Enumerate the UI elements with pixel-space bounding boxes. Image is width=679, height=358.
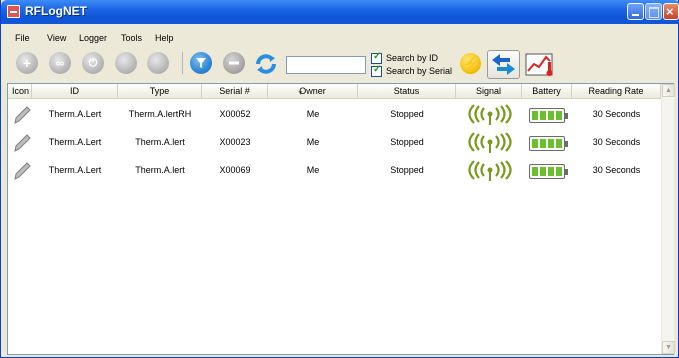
menu-tools[interactable]: Tools <box>121 33 142 43</box>
refresh-icon <box>256 54 276 74</box>
cell-owner: Me <box>306 109 320 119</box>
signal-strength-icon <box>468 132 512 153</box>
search-by-id-checkbox[interactable]: ✓ <box>371 51 382 64</box>
table-row[interactable]: Therm.A.Lert Therm.A.lert X00069 Me Stop… <box>8 156 661 184</box>
link-button[interactable]: ∞ <box>49 52 71 74</box>
col-type[interactable]: Type ▼ <box>118 84 304 99</box>
scroll-up-button[interactable]: ▲ <box>662 84 675 97</box>
col-signal[interactable]: Signal <box>456 84 522 99</box>
link-icon: ∞ <box>55 56 65 70</box>
chevron-down-icon: ▼ <box>665 344 672 351</box>
cell-type: Therm.A.lert <box>135 137 185 147</box>
app-logo-icon <box>7 5 20 18</box>
battery-icon <box>529 108 568 123</box>
maximize-button[interactable] <box>645 3 662 20</box>
filter-icon <box>196 58 206 68</box>
battery-icon <box>529 136 568 151</box>
power-button[interactable]: ⏻ <box>82 52 104 74</box>
cell-status: Stopped <box>390 109 424 119</box>
transfer-arrows-icon <box>492 54 515 75</box>
pencil-icon <box>14 106 31 124</box>
search-input[interactable] <box>286 56 366 74</box>
wake-button[interactable]: ⚡ <box>460 53 481 74</box>
cell-id: Therm.A.Lert <box>48 109 102 119</box>
checkmark-icon: ✓ <box>373 51 382 62</box>
cell-type: Therm.A.lertRH <box>128 109 192 119</box>
refresh-button[interactable] <box>254 52 276 74</box>
cell-serial: X00069 <box>219 165 251 175</box>
table-header: Icon ID Type ▼ Serial # Owner Status Sign… <box>8 84 661 99</box>
graph-icon <box>525 53 553 76</box>
close-button[interactable]: × <box>663 3 679 20</box>
search-by-serial-checkbox[interactable]: ✓ <box>371 64 382 77</box>
remove-button[interactable] <box>223 52 245 74</box>
vertical-scrollbar[interactable]: ▲ ▼ <box>661 84 675 354</box>
plus-icon: + <box>22 55 32 71</box>
title-bar[interactable]: RFLogNET × <box>1 0 679 24</box>
stop-button[interactable] <box>147 52 169 74</box>
toolbar: + ∞ ⏻ ✓ Search by ID ✓ Search by Serial <box>1 47 679 83</box>
menu-logger[interactable]: Logger <box>79 33 107 43</box>
cell-id: Therm.A.Lert <box>48 137 102 147</box>
cell-serial: X00052 <box>219 109 251 119</box>
logger-list[interactable]: Icon ID Type ▼ Serial # Owner Status Sign… <box>7 83 675 355</box>
battery-icon <box>529 164 568 179</box>
search-by-serial-label: Search by Serial <box>386 66 453 76</box>
col-icon[interactable]: Icon <box>8 84 32 99</box>
pencil-icon <box>14 134 31 152</box>
col-serial[interactable]: Serial # <box>202 84 268 99</box>
cell-id: Therm.A.Lert <box>48 165 102 175</box>
menu-bar: File View Logger Tools Help <box>1 27 679 47</box>
minus-icon <box>229 61 239 65</box>
transfer-button[interactable] <box>487 50 520 79</box>
cell-reading-rate: 30 Seconds <box>592 165 641 175</box>
minimize-button[interactable] <box>627 3 644 20</box>
cell-owner: Me <box>306 137 320 147</box>
graph-button[interactable] <box>524 52 557 77</box>
signal-strength-icon <box>468 160 512 181</box>
add-button[interactable]: + <box>16 52 38 74</box>
cell-status: Stopped <box>390 137 424 147</box>
menu-view[interactable]: View <box>47 33 66 43</box>
close-icon: × <box>666 4 674 19</box>
table-row[interactable]: Therm.A.Lert Therm.A.lertRH X00052 Me St… <box>8 100 661 128</box>
table-row[interactable]: Therm.A.Lert Therm.A.lert X00023 Me Stop… <box>8 128 661 156</box>
col-id[interactable]: ID <box>32 84 118 99</box>
pencil-icon <box>14 162 31 180</box>
col-status[interactable]: Status <box>358 84 456 99</box>
signal-strength-icon <box>468 104 512 125</box>
cell-owner: Me <box>306 165 320 175</box>
menu-file[interactable]: File <box>15 33 30 43</box>
chevron-up-icon: ▲ <box>665 87 672 94</box>
cell-type: Therm.A.lert <box>135 165 185 175</box>
cell-reading-rate: 30 Seconds <box>592 109 641 119</box>
col-reading-rate[interactable]: Reading Rate <box>572 84 661 99</box>
search-by-id-label: Search by ID <box>386 53 439 63</box>
col-battery[interactable]: Battery <box>522 84 572 99</box>
filter-button[interactable] <box>190 52 212 74</box>
window-title: RFLogNET <box>25 4 87 18</box>
col-type-label: Type <box>149 86 170 96</box>
cell-serial: X00023 <box>219 137 251 147</box>
checkmark-icon: ✓ <box>373 64 382 75</box>
record-button[interactable] <box>115 52 137 74</box>
app-window: RFLogNET × File View Logger Tools Help +… <box>0 0 679 358</box>
scroll-down-button[interactable]: ▼ <box>662 341 675 354</box>
toolbar-separator <box>182 52 183 74</box>
lightning-icon: ⚡ <box>462 56 479 71</box>
col-owner[interactable]: Owner <box>268 84 358 99</box>
power-icon: ⏻ <box>88 57 98 69</box>
menu-help[interactable]: Help <box>155 33 174 43</box>
cell-reading-rate: 30 Seconds <box>592 137 641 147</box>
cell-status: Stopped <box>390 165 424 175</box>
